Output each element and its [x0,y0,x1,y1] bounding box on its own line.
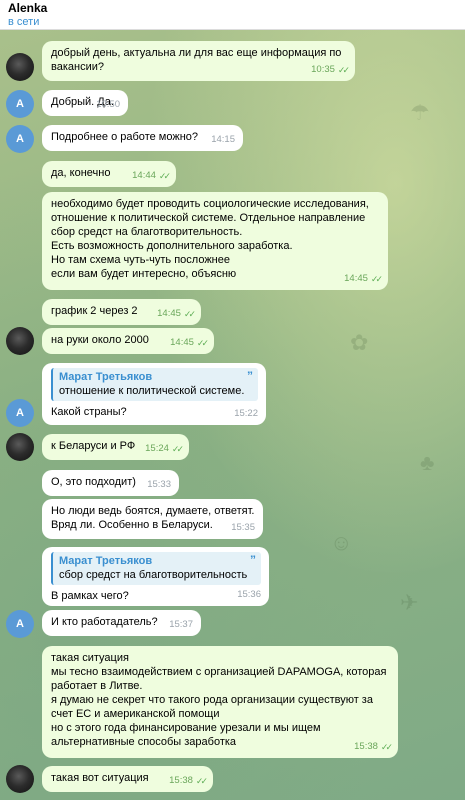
message-meta: 15:24 ✓✓ [145,442,184,456]
message-outgoing[interactable]: на руки около 2000 14:45 ✓✓ [42,328,214,354]
message-incoming[interactable]: Марат Третьяков отношение к политической… [42,363,266,425]
message-outgoing[interactable]: такая ситуация мы тесно взаимодействием … [42,646,398,758]
doodle-icon: ♣ [420,450,435,475]
message-meta: 14:45 ✓✓ [157,307,196,321]
message-text: В рамках чего? [51,590,129,602]
message-outgoing[interactable]: такая вот ситуация 15:38 ✓✓ [42,766,213,792]
message-time: 14:15 [211,134,235,145]
message-outgoing[interactable]: к Беларуси и РФ 15:24 ✓✓ [42,434,189,460]
message-text: Какой страны? [51,406,127,418]
message-incoming[interactable]: Марат Третьяков сбор средст на благотвор… [42,547,269,606]
double-check-icon: ✓✓ [196,338,209,348]
message-meta: 15:35 [231,521,255,535]
message-time: 10:35 [311,64,335,75]
message-time: 15:22 [234,408,258,419]
double-check-icon: ✓✓ [158,171,171,181]
avatar-letter[interactable]: A [6,610,34,638]
reply-quote[interactable]: Марат Третьяков отношение к политической… [51,368,258,401]
message-incoming[interactable]: О, это подходит) 15:33 [42,470,179,496]
quote-icon: ” [247,369,253,383]
doodle-icon: ✿ [350,330,369,355]
double-check-icon: ✓✓ [380,742,393,752]
message-meta: 14:45 ✓✓ [170,336,209,350]
message-time: 14:45 [157,308,181,319]
message-meta: 15:37 [169,618,193,632]
message-meta: 14:15 [211,133,235,147]
doodle-icon: ☺ [330,530,353,555]
avatar-letter[interactable]: A [6,125,34,153]
avatar-alenka[interactable] [6,327,34,355]
message-time: 14:45 [344,273,368,284]
reply-quote[interactable]: Марат Третьяков сбор средст на благотвор… [51,552,261,585]
online-status: в сети [8,16,40,28]
message-outgoing[interactable]: график 2 через 2 14:45 ✓✓ [42,299,201,325]
message-time: 15:35 [231,522,255,533]
double-check-icon: ✓✓ [337,65,350,75]
message-time: 15:38 [169,775,193,786]
message-text: такая ситуация мы тесно взаимодействием … [51,652,387,748]
message-outgoing[interactable]: добрый день, актуальна ли для вас еще ин… [42,41,355,81]
reply-author: Марат Третьяков [59,555,153,567]
avatar-alenka[interactable] [6,765,34,793]
quote-icon: ” [250,553,256,567]
message-meta: 15:22 [234,407,258,421]
message-outgoing[interactable]: необходимо будет проводить социологическ… [42,192,388,290]
message-incoming[interactable]: И кто работадатель? 15:37 [42,610,201,636]
message-text: необходимо будет проводить социологическ… [51,198,369,280]
message-incoming[interactable]: Подробнее о работе можно? 14:15 [42,125,243,151]
reply-text: сбор средст на благотворительность [59,569,248,581]
message-list[interactable]: ✎ ☂ ✿ ♣ ☺ ✈ ♫ добрый день, актуальна ли … [0,30,465,800]
double-check-icon: ✓✓ [183,309,196,319]
message-time: 15:33 [147,479,171,490]
reply-text: отношение к политической системе. [59,385,245,397]
message-time: 15:36 [237,589,261,600]
message-text: Но люди ведь боятся, думаете, ответят. В… [51,505,255,531]
message-time: 14:45 [170,337,194,348]
double-check-icon: ✓✓ [370,274,383,284]
message-time: 14:44 [132,170,156,181]
message-incoming[interactable]: Добрый. Да. 10:50 [42,90,128,116]
message-time: 15:38 [354,741,378,752]
message-meta: 15:33 [147,478,171,492]
message-text: Подробнее о работе можно? [51,131,199,143]
avatar-alenka[interactable] [6,433,34,461]
doodle-icon: ☂ [410,100,430,125]
avatar-letter[interactable]: A [6,90,34,118]
message-incoming[interactable]: Но люди ведь боятся, думаете, ответят. В… [42,499,263,539]
message-time: 15:37 [169,619,193,630]
message-meta: 15:36 [237,588,261,602]
message-meta: 10:50 [96,98,120,112]
chat-title: Alenka [8,1,48,15]
message-meta: 15:38 ✓✓ [354,740,393,754]
message-meta: 14:44 ✓✓ [132,169,171,183]
message-text: добрый день, актуальна ли для вас еще ин… [51,47,342,73]
doodle-icon: ✈ [400,590,419,615]
avatar-letter[interactable]: A [6,399,34,427]
message-time: 15:24 [145,443,169,454]
message-meta: 14:45 ✓✓ [344,272,383,286]
message-meta: 15:38 ✓✓ [169,774,208,788]
double-check-icon: ✓✓ [195,776,208,786]
message-time: 10:50 [96,99,120,110]
reply-author: Марат Третьяков [59,371,153,383]
chat-header[interactable]: Alenka в сети [0,0,465,30]
double-check-icon: ✓✓ [171,444,184,454]
message-meta: 10:35 ✓✓ [311,63,350,77]
message-outgoing[interactable]: да, конечно 14:44 ✓✓ [42,161,176,187]
avatar-alenka[interactable] [6,53,34,81]
